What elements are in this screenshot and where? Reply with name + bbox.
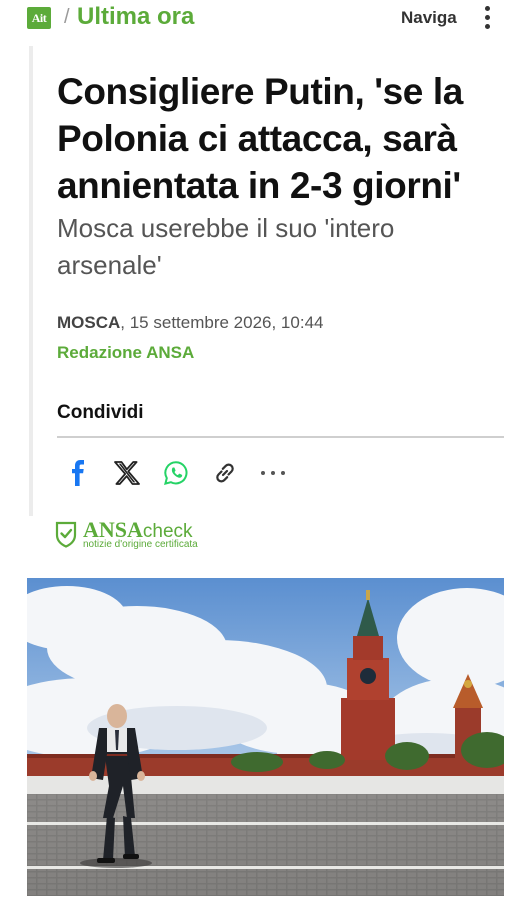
ansa-check-tagline: notizie d'origine certificata bbox=[83, 539, 198, 550]
ansa-check-badge[interactable]: ANSAcheck notizie d'origine certificata bbox=[55, 518, 255, 554]
article-headline: Consigliere Putin, 'se la Polonia ci att… bbox=[57, 71, 463, 206]
byline[interactable]: Redazione ANSA bbox=[57, 343, 194, 363]
dateline-location: MOSCA bbox=[57, 313, 121, 332]
x-icon[interactable] bbox=[109, 455, 145, 491]
left-accent-rule bbox=[29, 46, 33, 516]
share-label: Condividi bbox=[57, 402, 144, 423]
more-icon[interactable] bbox=[255, 455, 291, 491]
link-icon[interactable] bbox=[207, 455, 243, 491]
dateline-date: , 15 settembre 2026, 10:44 bbox=[120, 313, 324, 332]
dateline: MOSCA, 15 settembre 2026, 10:44 bbox=[57, 313, 323, 333]
facebook-icon[interactable] bbox=[60, 455, 96, 491]
breadcrumb-separator: / bbox=[64, 6, 70, 28]
share-divider bbox=[57, 436, 504, 438]
ansa-it-logo[interactable]: Ait bbox=[27, 7, 51, 29]
article-photo[interactable] bbox=[27, 578, 504, 896]
whatsapp-icon[interactable] bbox=[158, 455, 194, 491]
naviga-button[interactable]: Naviga bbox=[401, 8, 457, 28]
top-bar: Ait / Ultima ora Naviga bbox=[0, 0, 531, 36]
section-title[interactable]: Ultima ora bbox=[77, 3, 194, 31]
article-subtitle: Mosca userebbe il suo 'intero arsenale' bbox=[57, 213, 395, 280]
share-icons bbox=[57, 455, 317, 491]
kebab-menu-icon[interactable] bbox=[480, 6, 496, 32]
shield-check-icon bbox=[55, 521, 77, 548]
